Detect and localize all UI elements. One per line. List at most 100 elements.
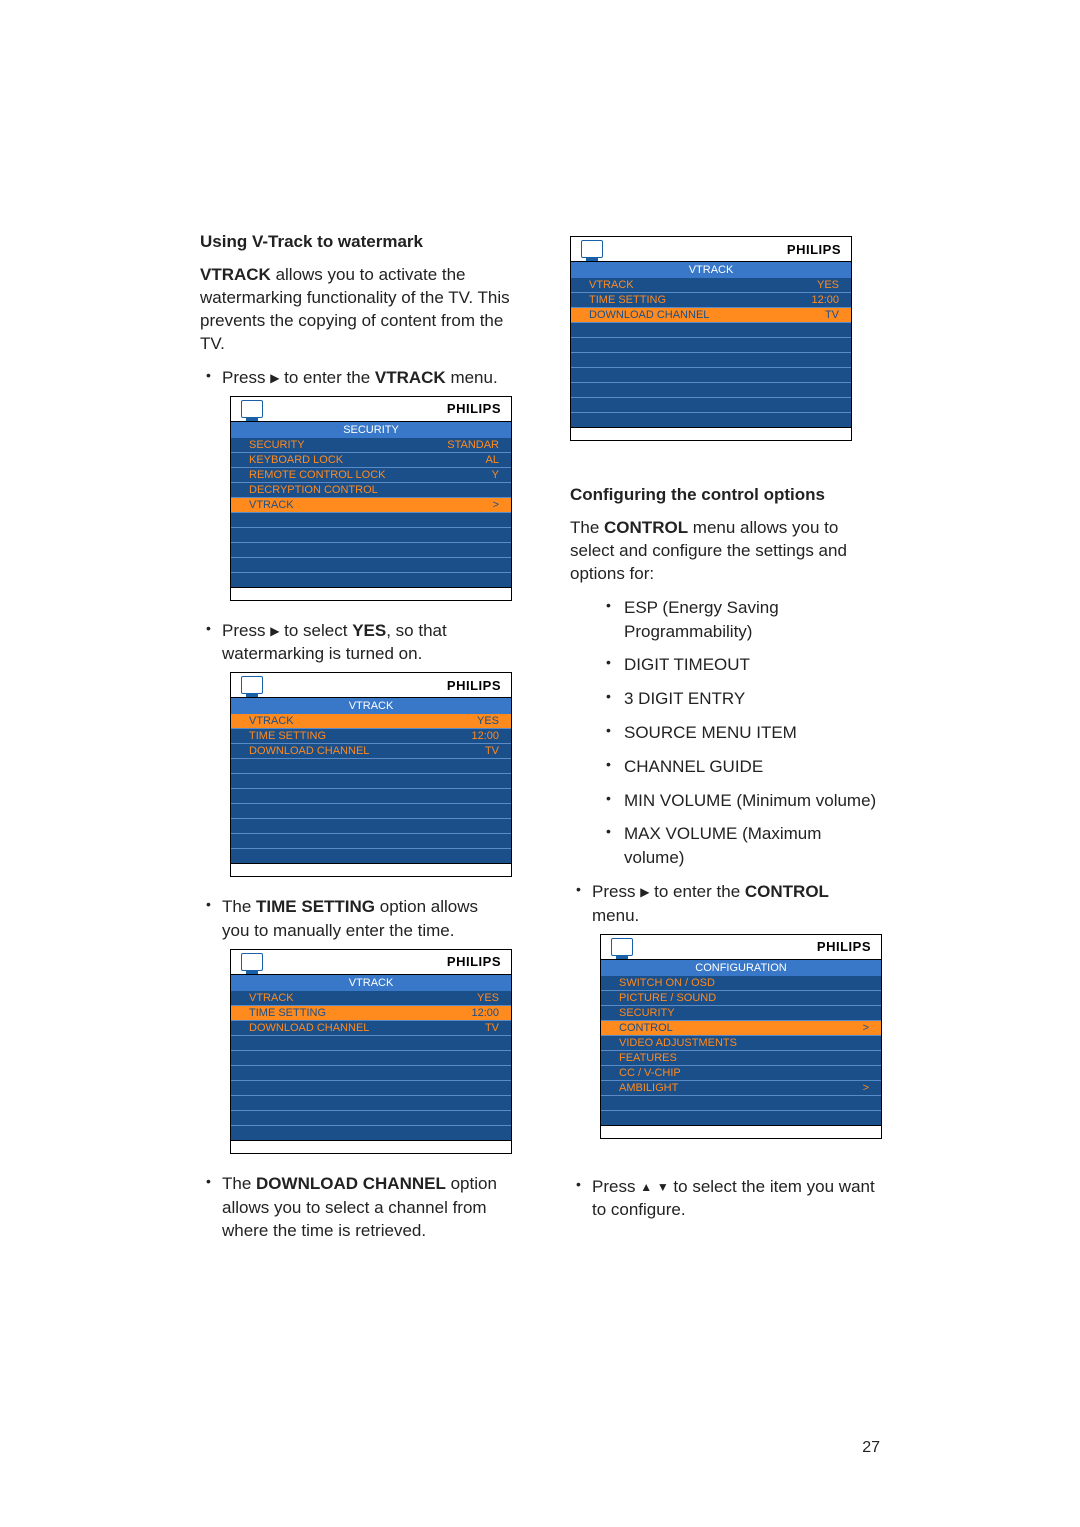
osd-row-value: YES (817, 278, 839, 292)
osd-configuration-menu: PHILIPS CONFIGURATION SWITCH ON / OSDPIC… (600, 934, 882, 1139)
osd-row-label: AMBILIGHT (619, 1081, 863, 1095)
osd-title: VTRACK (571, 262, 851, 278)
osd-row-empty (231, 774, 511, 789)
osd-row-label: CC / V-CHIP (619, 1066, 869, 1080)
osd-header: PHILIPS (231, 397, 511, 422)
osd-row-empty (571, 368, 851, 383)
osd-row-value: YES (477, 714, 499, 728)
opt-digit-timeout: DIGIT TIMEOUT (606, 653, 880, 677)
osd-row: VTRACKYES (231, 991, 511, 1006)
osd-title: VTRACK (231, 975, 511, 991)
bullet-download-channel: The DOWNLOAD CHANNEL option allows you t… (200, 1172, 510, 1243)
opt-source-menu-item: SOURCE MENU ITEM (606, 721, 880, 745)
osd-vtrack-time: PHILIPS VTRACK VTRACKYESTIME SETTING12:0… (230, 949, 512, 1154)
osd-row: TIME SETTING12:00 (231, 1006, 511, 1021)
osd-row-label: PICTURE / SOUND (619, 991, 869, 1005)
osd-row-empty (231, 804, 511, 819)
osd-body: VTRACKYESTIME SETTING12:00DOWNLOAD CHANN… (571, 278, 851, 427)
osd-row: DOWNLOAD CHANNELTV (571, 308, 851, 323)
brand-label: PHILIPS (447, 401, 501, 416)
osd-body: VTRACKYESTIME SETTING12:00DOWNLOAD CHANN… (231, 991, 511, 1140)
osd-row-label: KEYBOARD LOCK (249, 453, 486, 467)
osd-footer (231, 587, 511, 600)
osd-row-empty (571, 383, 851, 398)
osd-row: SECURITY (601, 1006, 881, 1021)
osd-row-empty (231, 819, 511, 834)
osd-row-empty (571, 398, 851, 413)
osd-row-label: VTRACK (589, 278, 817, 292)
osd-row: TIME SETTING12:00 (231, 729, 511, 744)
vtrack-heading: Using V-Track to watermark (200, 232, 510, 252)
osd-row-value: 12:00 (471, 1006, 499, 1020)
osd-row-empty (571, 338, 851, 353)
osd-row-label: VTRACK (249, 498, 493, 512)
osd-row: VTRACKYES (571, 278, 851, 293)
osd-row-label: SECURITY (249, 438, 447, 452)
osd-row-label: SECURITY (619, 1006, 869, 1020)
opt-max-volume: MAX VOLUME (Maximum volume) (606, 822, 880, 870)
osd-row-label: SWITCH ON / OSD (619, 976, 869, 990)
bullet-select-item: Press to select the item you want to con… (570, 1175, 880, 1223)
osd-row-empty (231, 1066, 511, 1081)
osd-footer (231, 863, 511, 876)
osd-row-label: DECRYPTION CONTROL (249, 483, 499, 497)
brand-label: PHILIPS (817, 939, 871, 954)
osd-body: SWITCH ON / OSDPICTURE / SOUNDSECURITYCO… (601, 976, 881, 1125)
osd-row-empty (231, 759, 511, 774)
osd-row-label: CONTROL (619, 1021, 863, 1035)
osd-body: SECURITYSTANDARKEYBOARD LOCKALREMOTE CON… (231, 438, 511, 587)
osd-row-empty (231, 513, 511, 528)
opt-min-volume: MIN VOLUME (Minimum volume) (606, 789, 880, 813)
tv-icon (611, 938, 633, 956)
osd-row-value: 12:00 (471, 729, 499, 743)
osd-row: AMBILIGHT> (601, 1081, 881, 1096)
osd-row-label: VTRACK (249, 714, 477, 728)
bullet-enter-vtrack: Press to enter the VTRACK menu. (200, 366, 510, 390)
osd-row-empty (231, 834, 511, 849)
osd-row-empty (601, 1096, 881, 1111)
tv-icon (241, 953, 263, 971)
tv-icon (241, 676, 263, 694)
page-number: 27 (862, 1439, 880, 1457)
osd-row-value: AL (486, 453, 499, 467)
osd-row-label: TIME SETTING (249, 729, 471, 743)
osd-row: DECRYPTION CONTROL (231, 483, 511, 498)
osd-row-label: DOWNLOAD CHANNEL (249, 744, 485, 758)
tv-icon (581, 240, 603, 258)
bullet-select-yes: Press to select YES, so that watermarkin… (200, 619, 510, 667)
bullet-time-setting: The TIME SETTING option allows you to ma… (200, 895, 510, 943)
osd-row-value: 12:00 (811, 293, 839, 307)
osd-row-empty (231, 1096, 511, 1111)
osd-row: VIDEO ADJUSTMENTS (601, 1036, 881, 1051)
opt-esp: ESP (Energy Saving Programmability) (606, 596, 880, 644)
down-arrow-icon (657, 1179, 669, 1196)
osd-row-value: > (493, 498, 499, 512)
osd-row-value: TV (825, 308, 839, 322)
brand-label: PHILIPS (787, 242, 841, 257)
osd-row-value: STANDAR (447, 438, 499, 452)
osd-row-empty (231, 528, 511, 543)
up-arrow-icon (640, 1179, 652, 1196)
osd-row-empty (231, 1051, 511, 1066)
vtrack-word: VTRACK (200, 265, 271, 284)
control-options-list: ESP (Energy Saving Programmability) DIGI… (570, 596, 880, 870)
osd-title: CONFIGURATION (601, 960, 881, 976)
osd-row: DOWNLOAD CHANNELTV (231, 744, 511, 759)
osd-row-label: TIME SETTING (249, 1006, 471, 1020)
osd-row-value: Y (492, 468, 499, 482)
right-column: PHILIPS VTRACK VTRACKYESTIME SETTING12:0… (570, 232, 880, 1249)
osd-row: VTRACKYES (231, 714, 511, 729)
osd-footer (571, 427, 851, 440)
osd-row: REMOTE CONTROL LOCKY (231, 468, 511, 483)
brand-label: PHILIPS (447, 678, 501, 693)
osd-body: VTRACKYESTIME SETTING12:00DOWNLOAD CHANN… (231, 714, 511, 863)
tv-icon (241, 400, 263, 418)
osd-row-empty (571, 353, 851, 368)
osd-row-value: > (863, 1021, 869, 1035)
osd-row: PICTURE / SOUND (601, 991, 881, 1006)
osd-header: PHILIPS (231, 950, 511, 975)
osd-row-empty (571, 413, 851, 427)
osd-row: CONTROL> (601, 1021, 881, 1036)
osd-vtrack-yes: PHILIPS VTRACK VTRACKYESTIME SETTING12:0… (230, 672, 512, 877)
osd-row-label: DOWNLOAD CHANNEL (589, 308, 825, 322)
